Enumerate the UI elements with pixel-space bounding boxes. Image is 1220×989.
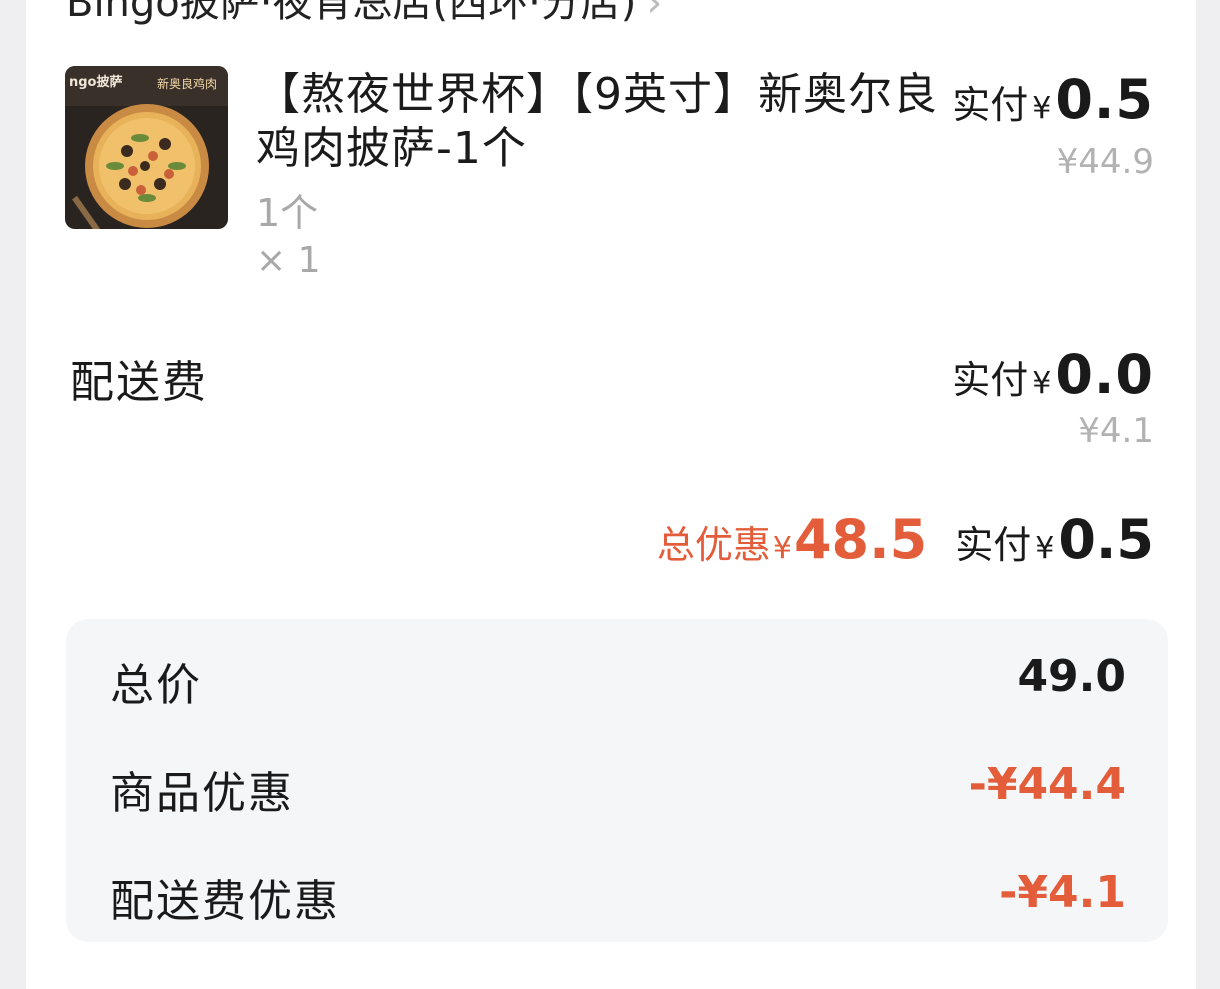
breakdown-value: 49.0 — [1017, 651, 1126, 702]
product-thumbnail[interactable]: ngo披萨 新奥良鸡肉 — [65, 66, 228, 229]
delivery-pay-value: 0.0 — [1055, 343, 1154, 406]
store-name: Bingo披萨·夜宵总店(西环·分店) — [66, 0, 637, 26]
product-quantity: × 1 — [256, 240, 321, 281]
product-original-price: ¥44.9 — [1056, 142, 1154, 182]
product-title[interactable]: 【熬夜世界杯】【9英寸】新奥尔良鸡肉披萨-1个 — [256, 68, 956, 176]
total-pay-yen: ¥ — [1035, 531, 1055, 566]
delivery-original-price: ¥4.1 — [1078, 411, 1154, 451]
delivery-fee-label: 配送费 — [70, 357, 208, 408]
breakdown-value: -¥4.1 — [999, 867, 1126, 918]
price-breakdown-panel: 总价 49.0 商品优惠 -¥44.4 配送费优惠 -¥4.1 — [66, 619, 1168, 942]
order-detail-card: Bingo披萨·夜宵总店(西环·分店) › ngo披萨 新奥良鸡肉 【熬夜世界杯… — [26, 0, 1196, 989]
delivery-pay-yen: ¥ — [1032, 366, 1052, 401]
thumb-flavor-text: 新奥良鸡肉 — [157, 76, 217, 91]
total-discount-value: 48.5 — [793, 508, 928, 571]
breakdown-row-total: 总价 49.0 — [110, 649, 1126, 711]
product-spec: 1个 — [256, 191, 319, 235]
breakdown-value: -¥44.4 — [968, 759, 1126, 810]
breakdown-row-product-discount: 商品优惠 -¥44.4 — [110, 757, 1126, 819]
breakdown-label: 配送费优惠 — [110, 876, 340, 927]
breakdown-label: 总价 — [110, 660, 202, 711]
delivery-paid-amount: 实付 ¥0.0 — [952, 343, 1154, 406]
total-pay-label: 实付 — [955, 523, 1032, 567]
store-name-link[interactable]: Bingo披萨·夜宵总店(西环·分店) › — [66, 0, 662, 28]
product-pay-value: 0.5 — [1055, 68, 1154, 131]
breakdown-row-delivery-discount: 配送费优惠 -¥4.1 — [110, 865, 1126, 927]
product-pay-yen: ¥ — [1032, 91, 1052, 126]
chevron-right-icon: › — [646, 0, 663, 26]
thumb-brand-text: ngo披萨 — [69, 74, 123, 90]
product-pay-label: 实付 — [952, 83, 1029, 127]
product-paid-amount: 实付 ¥0.5 — [952, 68, 1154, 131]
delivery-pay-label: 实付 — [952, 358, 1029, 402]
order-summary-line: 总优惠¥48.5 实付 ¥0.5 — [657, 508, 1154, 571]
total-discount-yen: ¥ — [772, 531, 792, 566]
total-discount-label: 总优惠 — [656, 523, 771, 567]
total-pay-value: 0.5 — [1058, 508, 1154, 571]
breakdown-label: 商品优惠 — [110, 768, 294, 819]
